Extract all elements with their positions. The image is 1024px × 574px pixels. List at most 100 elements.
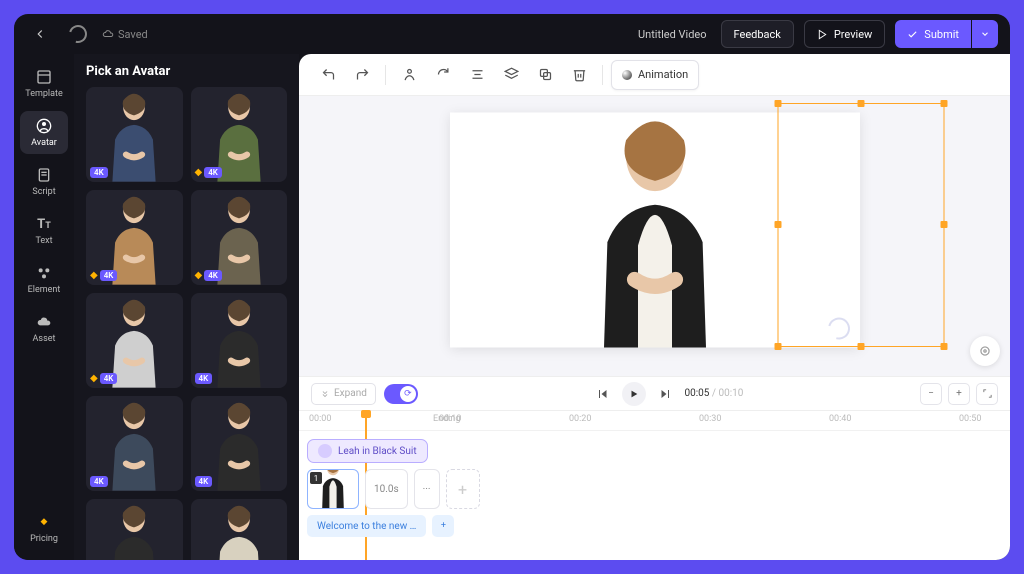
quality-badge: 4K: [195, 373, 213, 384]
back-button[interactable]: [26, 20, 54, 48]
time-readout: 00:05 / 00:10: [684, 388, 743, 399]
diamond-icon: ◆: [90, 270, 98, 281]
rail-pricing[interactable]: ◆ Pricing: [20, 507, 68, 550]
avatar-card[interactable]: ◆4K: [86, 190, 183, 285]
diamond-icon: ◆: [90, 373, 98, 384]
save-status-text: Saved: [118, 28, 148, 41]
premium-badge: ◆4K: [195, 167, 222, 178]
avatar-card[interactable]: ◆4K: [86, 293, 183, 388]
zoom-fab[interactable]: [970, 336, 1000, 366]
add-clip-button[interactable]: +: [446, 469, 480, 509]
canvas-area[interactable]: [299, 96, 1010, 376]
asset-icon: [35, 313, 53, 331]
check-icon: [907, 29, 918, 40]
avatar-icon: [35, 117, 53, 135]
play-button[interactable]: [622, 382, 646, 406]
ruler-tick: 00:40: [829, 414, 851, 424]
add-script-button[interactable]: +: [432, 515, 454, 537]
next-button[interactable]: [656, 385, 674, 403]
avatar-card[interactable]: 4K: [191, 293, 288, 388]
clips-row: 1 10.0s ··· +: [307, 469, 480, 509]
selection-track: Leah in Black Suit: [307, 439, 428, 463]
video-title[interactable]: Untitled Video: [638, 28, 707, 41]
expand-button[interactable]: Expand: [311, 383, 376, 405]
selection-box[interactable]: [778, 103, 945, 347]
delete-button[interactable]: [564, 60, 594, 90]
ruler-tick: 00:30: [699, 414, 721, 424]
chevron-down-icon: [980, 29, 990, 39]
handle-e[interactable]: [941, 221, 948, 228]
rail-asset[interactable]: Asset: [20, 307, 68, 350]
avatar-mini-icon: [318, 444, 332, 458]
handle-w[interactable]: [775, 221, 782, 228]
prev-button[interactable]: [594, 385, 612, 403]
preview-button[interactable]: Preview: [804, 20, 885, 48]
reload-button[interactable]: [428, 60, 458, 90]
avatar-card[interactable]: 4K: [191, 396, 288, 491]
avatar-on-slide[interactable]: [570, 110, 740, 348]
handle-n[interactable]: [857, 100, 864, 107]
zoom-out-button[interactable]: −: [920, 383, 942, 405]
toggle-knob: ⟳: [400, 386, 416, 402]
submit-dropdown[interactable]: [972, 20, 998, 48]
top-bar: Saved Untitled Video Feedback Preview Su…: [14, 14, 1010, 54]
diamond-icon: ◆: [195, 167, 203, 178]
handle-sw[interactable]: [775, 343, 782, 350]
align-button[interactable]: [462, 60, 492, 90]
app-window: Saved Untitled Video Feedback Preview Su…: [14, 14, 1010, 560]
handle-nw[interactable]: [775, 100, 782, 107]
handle-se[interactable]: [941, 343, 948, 350]
avatar-card[interactable]: 4K: [86, 499, 183, 560]
duration-chip[interactable]: 10.0s: [365, 469, 408, 509]
timeline[interactable]: 00:0000:1000:2000:3000:4000:50 Ending Le…: [299, 410, 1010, 560]
rail-element[interactable]: Element: [20, 258, 68, 301]
rail-avatar[interactable]: Avatar: [20, 111, 68, 154]
save-status: Saved: [102, 28, 148, 41]
rail-text[interactable]: TT Text: [20, 209, 68, 252]
loop-toggle[interactable]: ⟳: [384, 384, 418, 404]
avatar-card[interactable]: 4K: [86, 87, 183, 182]
cloud-icon: [102, 28, 114, 40]
premium-badge: ◆4K: [90, 270, 117, 281]
quality-badge: 4K: [90, 476, 108, 487]
avatar-card[interactable]: 4K: [86, 396, 183, 491]
avatar-grid: 4K ◆4K ◆4K ◆4K ◆4K: [86, 87, 287, 560]
quality-badge: 4K: [204, 167, 222, 178]
redo-button[interactable]: [347, 60, 377, 90]
feedback-button[interactable]: Feedback: [721, 20, 794, 48]
handle-s[interactable]: [857, 343, 864, 350]
fit-button[interactable]: [976, 383, 998, 405]
person-button[interactable]: [394, 60, 424, 90]
editor-toolbar: Animation: [299, 54, 1010, 96]
playback-controls: 00:05 / 00:10: [594, 382, 743, 406]
panel-title: Pick an Avatar: [86, 64, 287, 79]
avatar-card[interactable]: ◆4K: [191, 190, 288, 285]
rail-script[interactable]: Script: [20, 160, 68, 203]
ending-label: Ending: [433, 414, 460, 424]
script-icon: [35, 166, 53, 184]
app-logo[interactable]: [64, 20, 92, 48]
avatar-card[interactable]: ◆4K: [191, 87, 288, 182]
submit-button[interactable]: Submit: [895, 20, 971, 48]
clip-thumbnail[interactable]: 1: [307, 469, 359, 509]
animation-button[interactable]: Animation: [611, 60, 699, 90]
premium-badge: ◆4K: [195, 270, 222, 281]
clip-more-button[interactable]: ···: [414, 469, 440, 509]
element-icon: [35, 264, 53, 282]
handle-ne[interactable]: [941, 100, 948, 107]
rail-template[interactable]: Template: [20, 62, 68, 105]
text-icon: TT: [35, 215, 53, 233]
avatar-card[interactable]: 4K: [191, 499, 288, 560]
quality-badge: 4K: [195, 476, 213, 487]
quality-badge: 4K: [100, 270, 118, 281]
copy-button[interactable]: [530, 60, 560, 90]
zoom-in-button[interactable]: +: [948, 383, 970, 405]
script-chip[interactable]: Welcome to the new …: [307, 515, 426, 537]
layers-button[interactable]: [496, 60, 526, 90]
ruler[interactable]: 00:0000:1000:2000:3000:4000:50: [299, 411, 1010, 431]
ruler-tick: 00:00: [309, 414, 331, 424]
selection-chip[interactable]: Leah in Black Suit: [307, 439, 428, 463]
premium-badge: ◆4K: [90, 373, 117, 384]
animation-icon: [622, 70, 632, 80]
undo-button[interactable]: [313, 60, 343, 90]
